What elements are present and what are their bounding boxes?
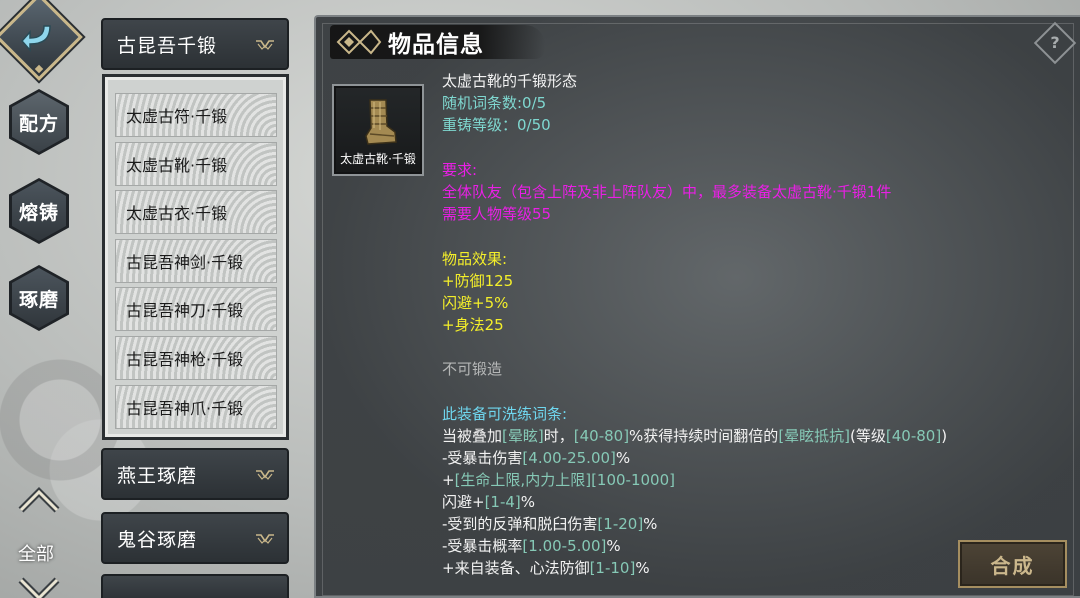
- tab-smelting[interactable]: 熔铸: [9, 178, 69, 244]
- affix-range: [40-80]: [573, 427, 630, 445]
- panel-border: [322, 23, 1074, 596]
- chevron-up-icon[interactable]: [17, 486, 61, 514]
- item-slot-label: 太虚古靴·千锻: [340, 152, 416, 166]
- requirement-line: 需要人物等级55: [442, 205, 552, 223]
- title-ornament-icon: [336, 29, 382, 55]
- category-guigu[interactable]: 鬼谷琢磨: [101, 512, 289, 564]
- requirement-title: 要求:: [442, 161, 478, 179]
- affix-line: -受到的反弹和脱臼伤害[1-20]%: [442, 513, 657, 535]
- fold-ornament-icon: [256, 470, 274, 480]
- list-item-label: 太虚古衣·千锻: [126, 204, 228, 224]
- list-item[interactable]: 太虚古靴·千锻: [115, 141, 277, 186]
- requirement-line: 全体队友（包含上阵及非上阵队友）中，最多装备太虚古靴·千锻1件: [442, 183, 892, 201]
- list-item-label: 太虚古靴·千锻: [126, 155, 228, 175]
- affix-range: [1-10]: [589, 559, 636, 577]
- affix-keyword: [晕眩]: [502, 427, 544, 445]
- affix-text: -受到的反弹和脱臼伤害: [442, 515, 598, 533]
- effect-title: 物品效果:: [442, 250, 508, 268]
- affix-range: [1-20]: [597, 515, 644, 533]
- affix-text: +来自装备、心法防御: [442, 559, 590, 577]
- category-title: 燕王琢磨: [117, 464, 198, 487]
- reforge-level: 重铸等级：0/50: [442, 116, 551, 134]
- affix-keyword: [生命上限,内力上限]: [454, 471, 592, 489]
- random-affix-count: 随机词条数:0/5: [442, 94, 547, 112]
- list-item[interactable]: 古昆吾神爪·千锻: [115, 384, 277, 429]
- list-item[interactable]: 古昆吾神剑·千锻: [115, 238, 277, 283]
- not-forgeable: 不可锻造: [442, 360, 503, 378]
- list-item-label: 古昆吾神枪·千锻: [126, 349, 244, 369]
- affix-line: 闪避+[1-4]%: [442, 491, 535, 513]
- list-item[interactable]: 古昆吾神刀·千锻: [115, 287, 277, 332]
- category-title: 古昆吾千锻: [117, 34, 218, 57]
- effect-line: +身法25: [442, 316, 504, 334]
- affix-keyword: [晕眩抵抗]: [778, 427, 851, 445]
- craft-button[interactable]: 合成: [958, 540, 1067, 588]
- item-slot[interactable]: 太虚古靴·千锻: [332, 84, 424, 176]
- affix-text: %: [643, 515, 658, 533]
- affix-line: -受暴击概率[1.00-5.00]%: [442, 535, 621, 557]
- category-next[interactable]: [101, 574, 289, 598]
- fold-ornament-icon: [256, 534, 274, 544]
- affix-text: (等级: [850, 427, 886, 445]
- list-item-label: 太虚古符·千锻: [126, 107, 228, 126]
- tab-polish-label: 琢磨: [18, 288, 59, 311]
- list-item-label: 古昆吾神爪·千锻: [126, 398, 244, 418]
- affix-text: 当被叠加: [442, 427, 503, 445]
- category-kunwu[interactable]: 古昆吾千锻: [101, 18, 289, 70]
- list-item[interactable]: 太虚古衣·千锻: [115, 190, 277, 235]
- affix-range: [100-1000]: [591, 471, 675, 489]
- list-item[interactable]: 太虚古符·千锻: [115, 93, 277, 137]
- filter-all-label[interactable]: 全部: [18, 540, 54, 566]
- item-info-panel: [314, 15, 1080, 598]
- list-item[interactable]: 古昆吾神枪·千锻: [115, 335, 277, 380]
- affix-text: %获得持续时间翻倍的: [629, 427, 779, 445]
- fold-ornament-icon: [256, 40, 274, 50]
- tab-recipe-label: 配方: [18, 112, 59, 135]
- affix-line: -受暴击伤害[4.00-25.00]%: [442, 447, 630, 469]
- effect-line: 闪避+5%: [442, 294, 509, 312]
- affix-text: %: [635, 559, 650, 577]
- back-arrow-icon: [20, 25, 51, 52]
- panel-title: 物品信息: [388, 32, 484, 58]
- item-name: 太虚古靴的千锻形态: [442, 72, 578, 90]
- effect-line: +防御125: [442, 272, 514, 290]
- help-icon: ?: [1050, 33, 1060, 52]
- affix-text: +: [442, 471, 455, 489]
- tab-recipe[interactable]: 配方: [9, 89, 69, 155]
- tab-polish[interactable]: 琢磨: [9, 265, 69, 331]
- affix-text: -受暴击伤害: [442, 449, 523, 467]
- affix-title: 此装备可洗练词条:: [442, 405, 568, 423]
- affix-range: [1-4]: [484, 493, 521, 511]
- affix-text: 闪避+: [442, 493, 485, 511]
- affix-text: -受暴击概率: [442, 537, 523, 555]
- subcategory-list: 太虚古符·千锻 太虚古靴·千锻 太虚古衣·千锻 古昆吾神剑·千锻 古昆吾神刀·千…: [102, 74, 289, 440]
- affix-text: %: [615, 449, 631, 467]
- category-title: 鬼谷琢磨: [117, 528, 198, 551]
- affix-text: %: [520, 493, 536, 511]
- affix-text: ): [941, 427, 948, 445]
- affix-text: 时，: [543, 427, 574, 445]
- affix-range: [40-80]: [885, 427, 942, 445]
- affix-text: %: [606, 537, 621, 555]
- affix-range: [4.00-25.00]: [522, 449, 616, 467]
- affix-line: +[生命上限,内力上限][100-1000]: [442, 469, 675, 491]
- category-yanwang[interactable]: 燕王琢磨: [101, 448, 289, 500]
- affix-line: 当被叠加[晕眩]时，[40-80]%获得持续时间翻倍的[晕眩抵抗](等级[40-…: [442, 425, 947, 447]
- affix-range: [1.00-5.00]: [522, 537, 607, 555]
- chevron-down-icon[interactable]: [17, 576, 61, 598]
- tab-smelting-label: 熔铸: [18, 201, 59, 224]
- affix-line: +来自装备、心法防御[1-10]%: [442, 557, 650, 579]
- list-item-label: 古昆吾神剑·千锻: [126, 252, 244, 272]
- list-item-label: 古昆吾神刀·千锻: [126, 301, 244, 321]
- boot-icon: [365, 99, 397, 145]
